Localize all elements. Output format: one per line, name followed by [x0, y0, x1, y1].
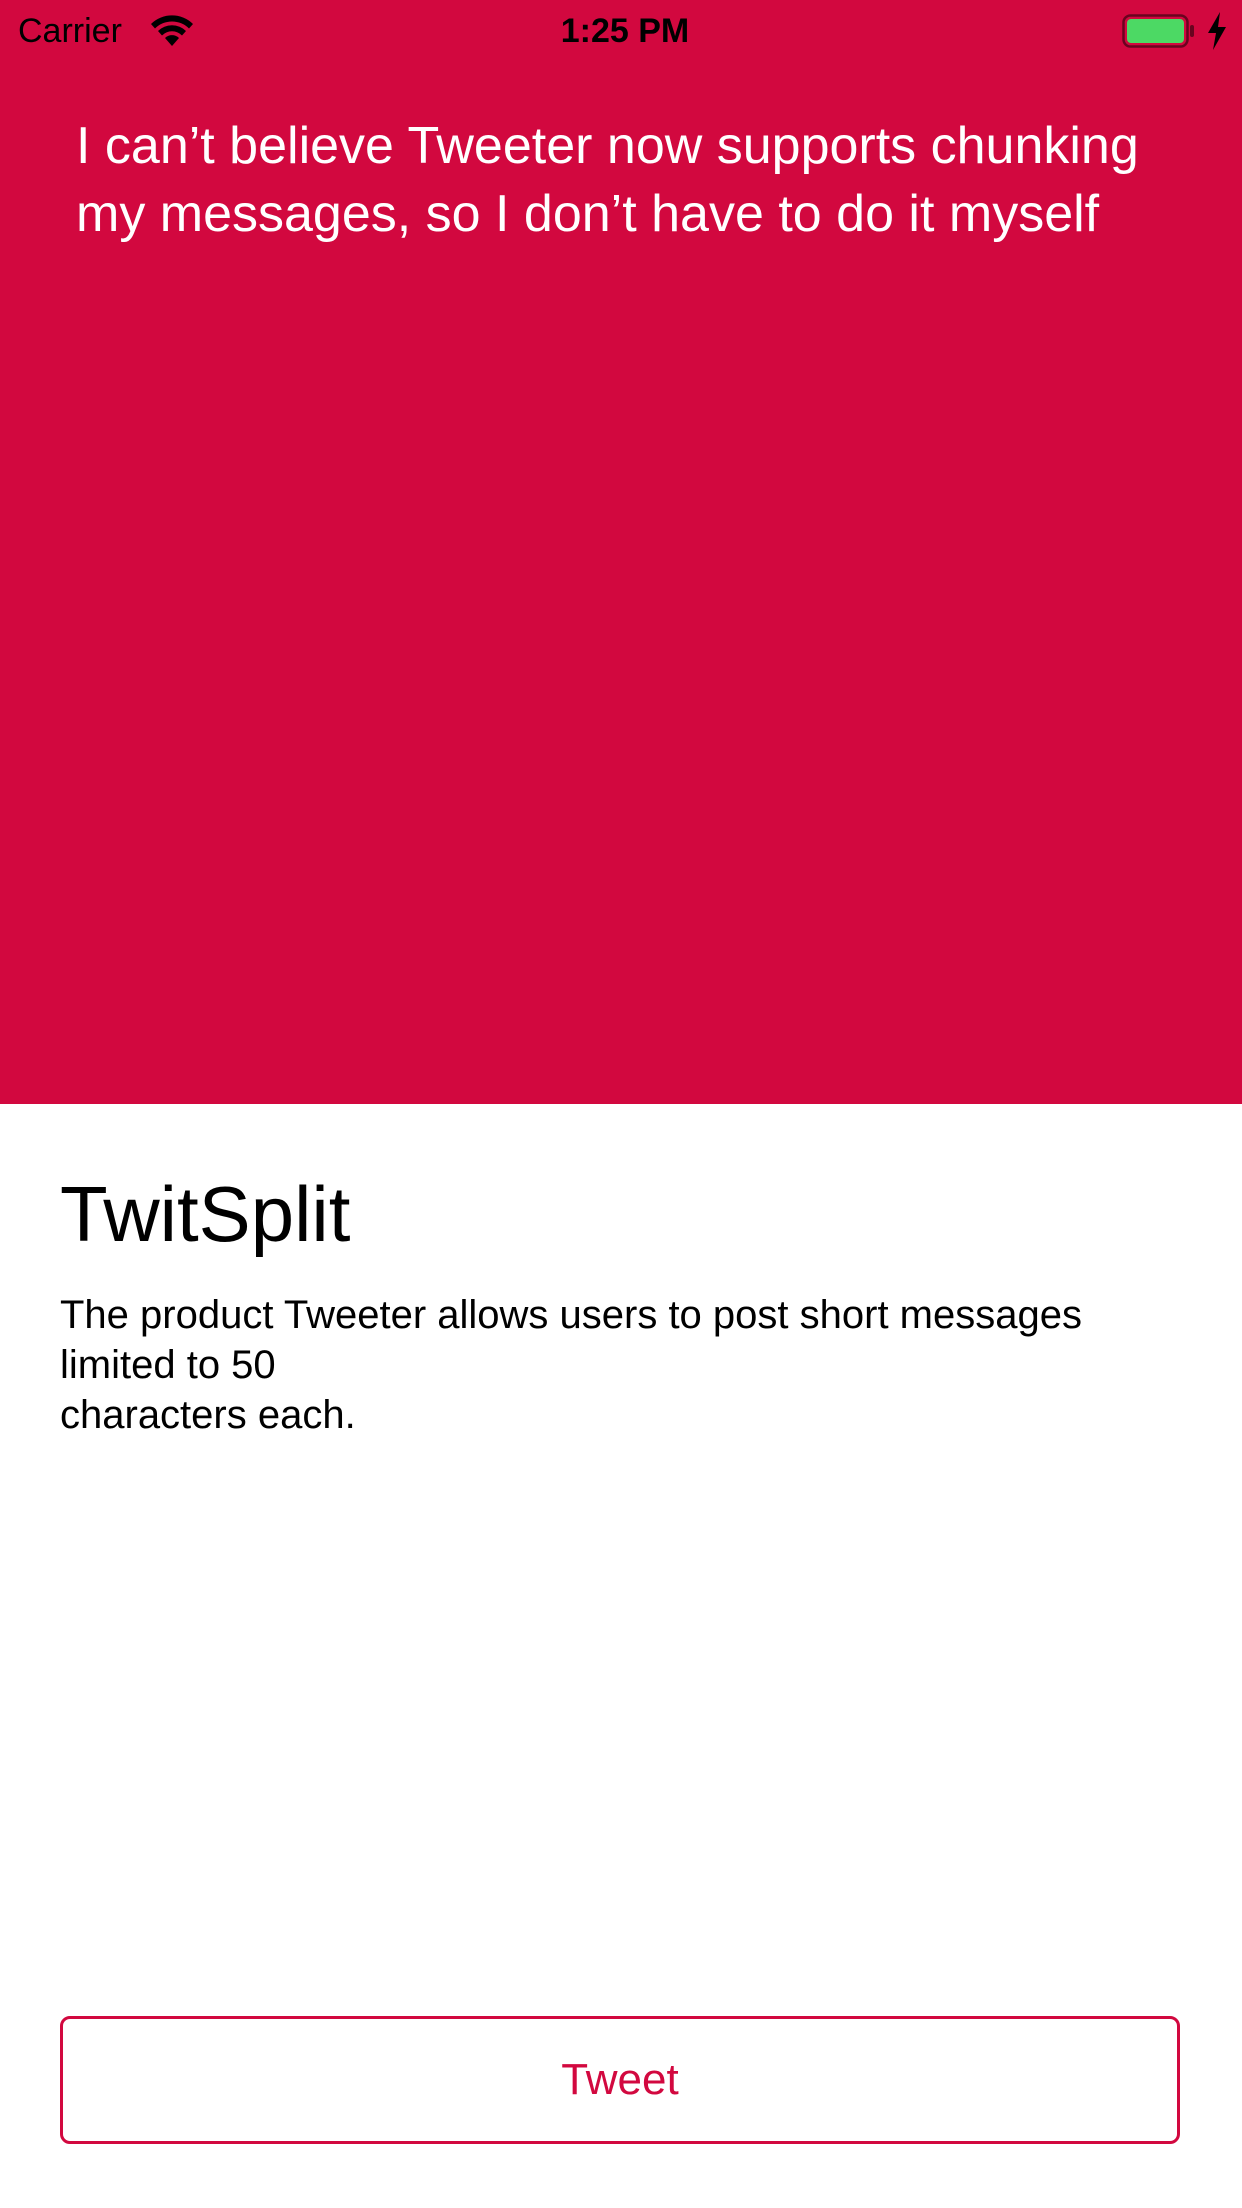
screen: Carrier 1:25 PM I can’t believe Tweeter …	[0, 0, 1242, 2208]
app-description: The product Tweeter allows users to post…	[60, 1293, 1082, 1437]
app-title: TwitSplit	[60, 1170, 351, 1258]
message-panel: Carrier 1:25 PM I can’t believe Tweeter …	[0, 0, 1242, 1104]
tweet-button[interactable]: Tweet	[60, 2016, 1180, 2144]
message-text[interactable]: I can’t believe Tweeter now supports chu…	[76, 112, 1186, 248]
status-bar: Carrier 1:25 PM	[0, 0, 1242, 62]
charging-bolt-icon	[1208, 12, 1226, 50]
status-time: 1:25 PM	[560, 12, 690, 50]
battery-icon	[1122, 14, 1194, 48]
